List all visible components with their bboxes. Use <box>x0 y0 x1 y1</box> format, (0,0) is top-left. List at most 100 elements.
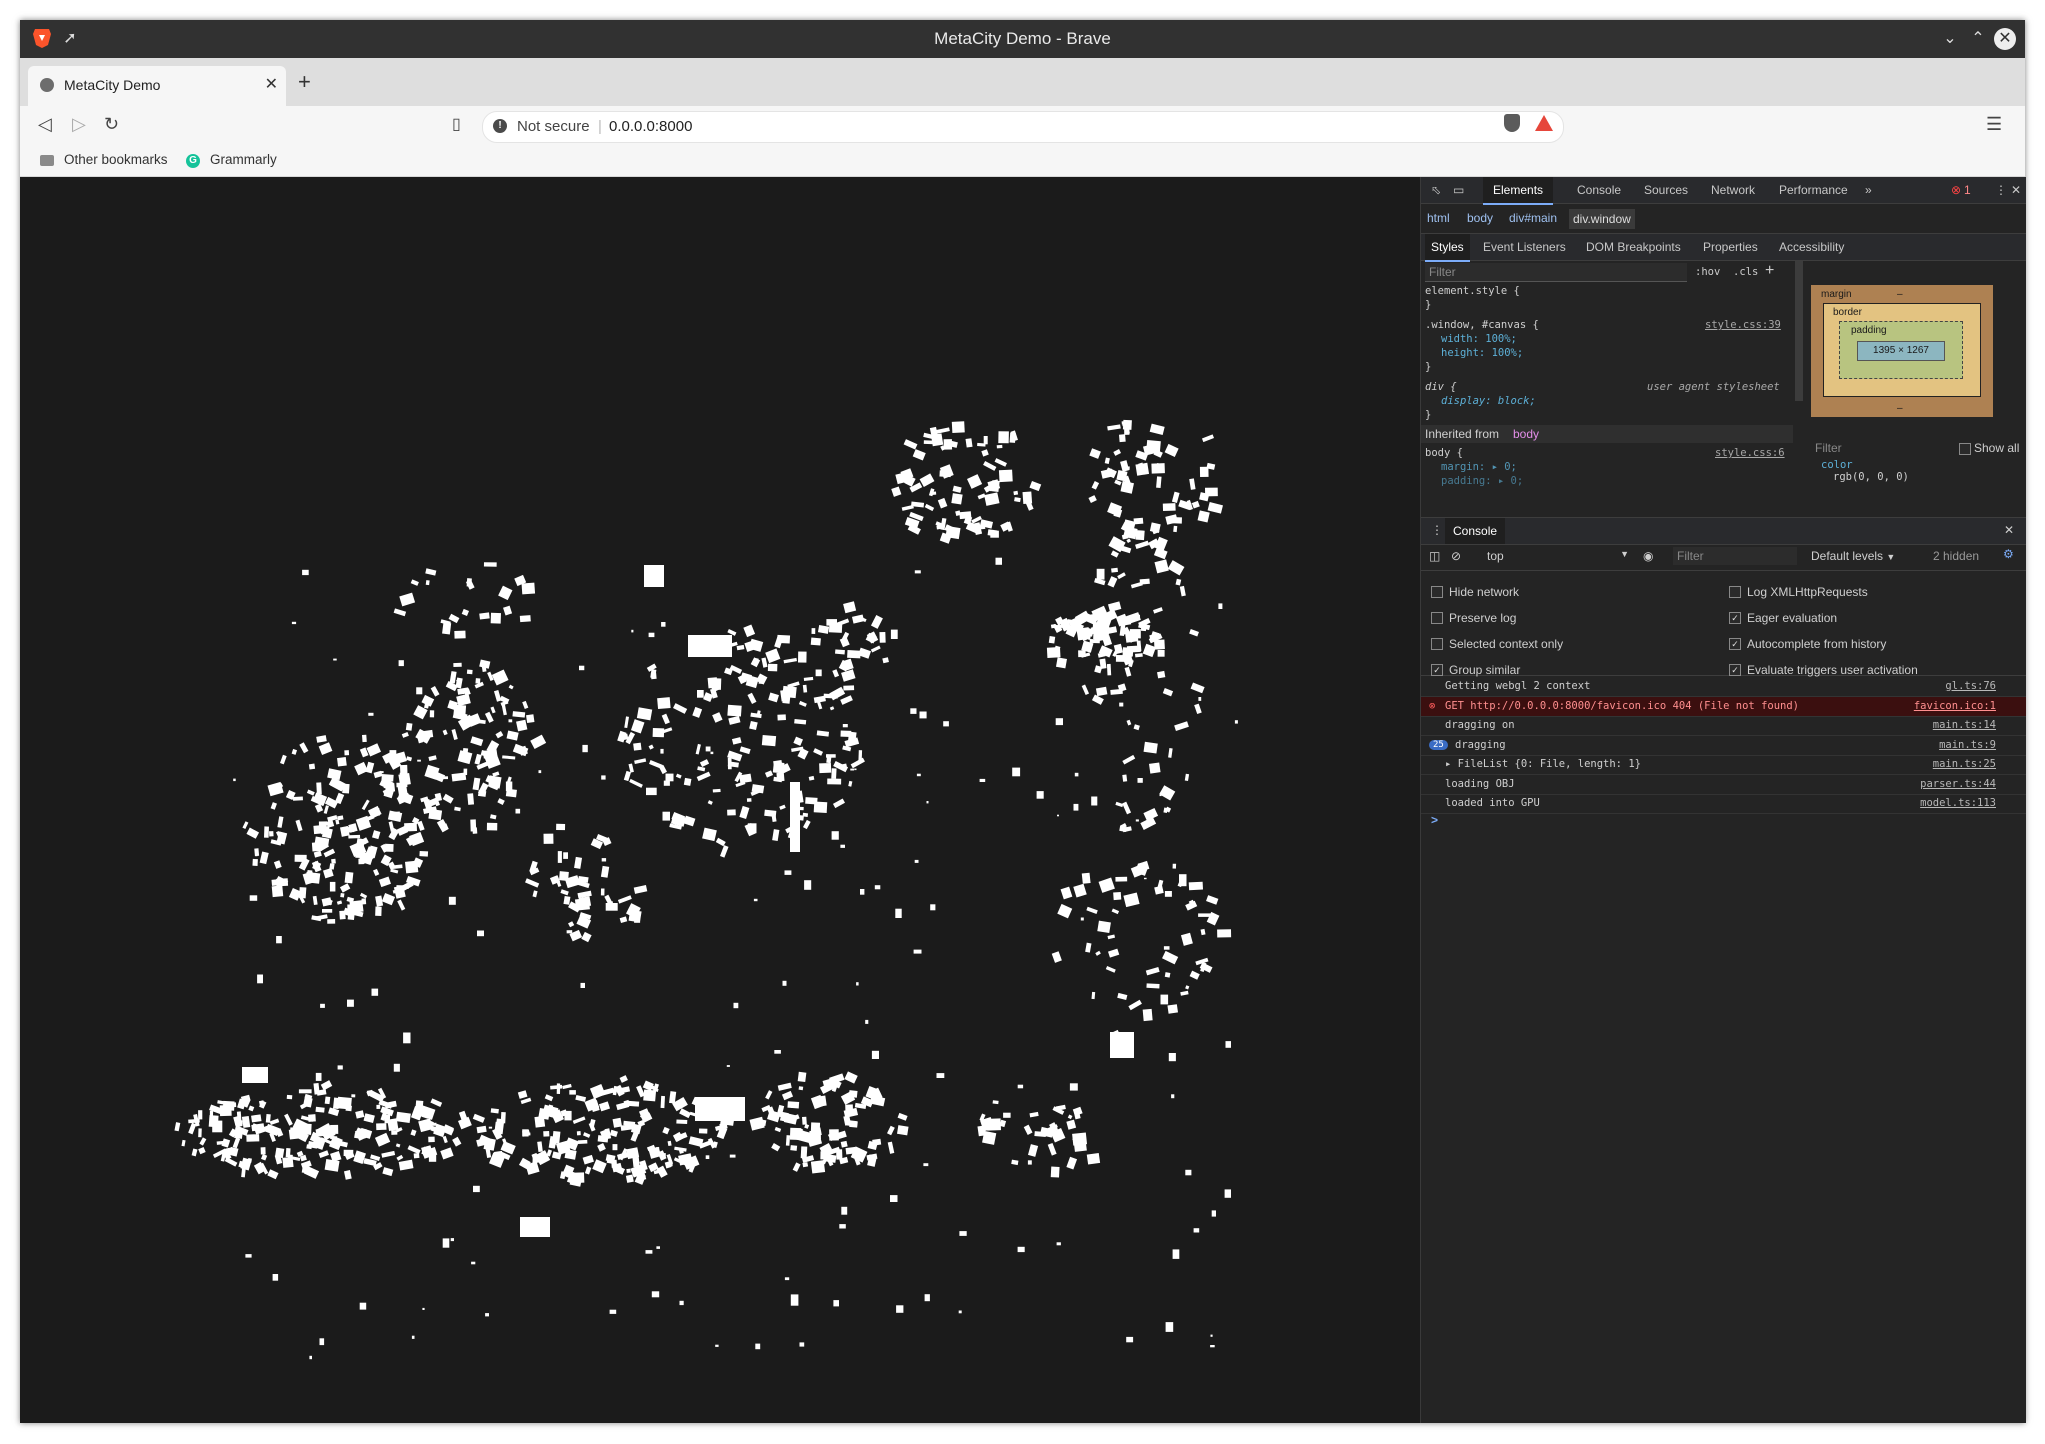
building-footprint <box>502 755 516 760</box>
error-icon[interactable]: ⊗ <box>1951 183 1961 197</box>
cls-toggle[interactable]: .cls <box>1733 266 1758 278</box>
tab-console[interactable]: Console <box>1577 183 1621 197</box>
console-message[interactable]: Getting webgl 2 context gl.ts:76 <box>1421 677 2026 697</box>
page-canvas[interactable] <box>20 177 1420 1423</box>
option-checkbox[interactable] <box>1729 586 1741 598</box>
brave-rewards-icon[interactable] <box>1535 115 1553 131</box>
levels-select[interactable]: Default levels ▼ <box>1811 549 1895 563</box>
close-devtools-icon[interactable]: ✕ <box>2011 183 2021 197</box>
console-filter[interactable]: Filter <box>1673 547 1797 565</box>
back-icon[interactable]: ◁ <box>38 114 52 135</box>
inherited-from-body[interactable]: body <box>1513 427 1539 441</box>
subtab-event-listeners[interactable]: Event Listeners <box>1483 240 1566 254</box>
margin-bottom-value: – <box>1897 403 1903 414</box>
devtools-menu-icon[interactable]: ⋮ <box>1995 183 2007 197</box>
info-icon[interactable]: ! <box>493 119 507 133</box>
maximize-icon[interactable]: ⌃ <box>1966 27 1990 51</box>
option-checkbox[interactable]: ✓ <box>1729 638 1741 650</box>
clear-console-icon[interactable]: ⊘ <box>1451 549 1461 563</box>
console-prompt[interactable]: > <box>1431 813 1438 827</box>
option-checkbox[interactable]: ✓ <box>1729 612 1741 624</box>
bookmark-other[interactable]: Other bookmarks <box>64 152 168 167</box>
rule1-link[interactable]: style.css:39 <box>1705 319 1781 331</box>
context-select[interactable]: top ▼ <box>1481 547 1629 565</box>
console-message[interactable]: loaded into GPU model.ts:113 <box>1421 794 2026 814</box>
close-window-icon[interactable]: ✕ <box>1994 28 2016 50</box>
console-message[interactable]: ⊗ GET http://0.0.0.0:8000/favicon.ico 404… <box>1421 696 2026 717</box>
subtab-properties[interactable]: Properties <box>1703 240 1758 254</box>
tab-network[interactable]: Network <box>1711 183 1755 197</box>
subtab-accessibility[interactable]: Accessibility <box>1779 240 1844 254</box>
minimize-icon[interactable]: ⌄ <box>1938 27 1962 51</box>
building-footprint <box>1199 466 1209 478</box>
computed-filter[interactable]: Filter <box>1811 439 1921 457</box>
close-drawer-icon[interactable]: ✕ <box>2004 523 2014 537</box>
console-message[interactable]: dragging on main.ts:14 <box>1421 716 2026 736</box>
console-source-link[interactable]: model.ts:113 <box>1920 797 1996 809</box>
tab-elements[interactable]: Elements <box>1483 177 1554 205</box>
console-settings-icon[interactable]: ⚙ <box>2003 547 2014 561</box>
drawer-menu-icon[interactable]: ⋮ <box>1431 523 1443 537</box>
new-tab-button[interactable]: + <box>298 71 311 93</box>
crumb-div-main[interactable]: div#main <box>1509 211 1557 225</box>
rule1-width[interactable]: width: 100%; <box>1441 333 1517 345</box>
subtab-styles[interactable]: Styles <box>1425 234 1470 262</box>
building-footprint <box>1174 721 1189 731</box>
building-footprint <box>998 469 1013 483</box>
device-toolbar-icon[interactable]: ▭ <box>1453 183 1464 197</box>
bookmark-grammarly[interactable]: Grammarly <box>210 152 277 167</box>
option-checkbox[interactable] <box>1431 612 1443 624</box>
console-source-link[interactable]: main.ts:9 <box>1939 739 1996 751</box>
building-footprint <box>860 889 865 895</box>
rule3-link[interactable]: style.css:6 <box>1715 447 1785 459</box>
rule3-padding[interactable]: padding: ▸ 0; <box>1441 475 1523 487</box>
menu-icon[interactable]: ☰ <box>1986 114 2002 135</box>
console-message[interactable]: 25 dragging main.ts:9 <box>1421 736 2026 756</box>
crumb-html[interactable]: html <box>1427 211 1450 225</box>
city-footprint-render[interactable] <box>20 177 1420 1423</box>
url-text[interactable]: 0.0.0.0:8000 <box>609 118 692 135</box>
computed-prop-color[interactable]: color <box>1821 459 1853 471</box>
building-footprint <box>417 759 421 762</box>
option-checkbox[interactable] <box>1431 586 1443 598</box>
show-all-checkbox[interactable] <box>1959 443 1971 455</box>
console-source-link[interactable]: favicon.ico:1 <box>1914 700 1996 712</box>
rule1-height[interactable]: height: 100%; <box>1441 347 1523 359</box>
console-drawer-tab[interactable]: Console <box>1445 518 1506 544</box>
tab-metacity[interactable]: MetaCity Demo ✕ <box>28 66 286 106</box>
building-footprint <box>362 734 367 743</box>
console-source-link[interactable]: gl.ts:76 <box>1945 680 1996 692</box>
option-checkbox[interactable]: ✓ <box>1431 664 1443 676</box>
console-message[interactable]: ▸ FileList {0: File, length: 1} main.ts:2… <box>1421 755 2026 775</box>
inspect-icon[interactable]: ⬁ <box>1431 183 1441 197</box>
live-expression-icon[interactable]: ◉ <box>1643 549 1653 563</box>
bookmark-icon[interactable]: ▯ <box>452 114 461 134</box>
tab-performance[interactable]: Performance <box>1779 183 1848 197</box>
styles-filter[interactable]: Filter <box>1425 263 1687 282</box>
sidebar-toggle-icon[interactable]: ◫ <box>1429 549 1440 563</box>
console-source-link[interactable]: parser.ts:44 <box>1920 778 1996 790</box>
console-source-link[interactable]: main.ts:14 <box>1933 719 1996 731</box>
rule3-margin[interactable]: margin: ▸ 0; <box>1441 461 1517 473</box>
more-tabs-icon[interactable]: » <box>1865 183 1872 197</box>
building-footprint <box>387 1118 399 1132</box>
reload-icon[interactable]: ↻ <box>104 114 119 135</box>
box-model-content[interactable]: 1395 × 1267 <box>1857 341 1945 361</box>
tab-sources[interactable]: Sources <box>1644 183 1688 197</box>
option-checkbox[interactable] <box>1431 638 1443 650</box>
styles-scrollbar[interactable] <box>1795 261 1803 401</box>
brave-shields-icon[interactable] <box>1504 114 1520 132</box>
building-footprint <box>395 1143 401 1148</box>
crumb-body[interactable]: body <box>1467 211 1493 225</box>
subtab-dom-breakpoints[interactable]: DOM Breakpoints <box>1586 240 1681 254</box>
hov-toggle[interactable]: :hov <box>1695 266 1720 278</box>
add-rule-icon[interactable]: + <box>1765 262 1774 280</box>
console-message[interactable]: loading OBJ parser.ts:44 <box>1421 775 2026 795</box>
crumb-div-window[interactable]: div.window <box>1569 209 1635 229</box>
option-checkbox[interactable]: ✓ <box>1729 664 1741 676</box>
address-bar[interactable]: ! Not secure | 0.0.0.0:8000 <box>482 111 1564 143</box>
console-source-link[interactable]: main.ts:25 <box>1933 758 1996 770</box>
forward-icon[interactable]: ▷ <box>72 114 86 135</box>
close-tab-icon[interactable]: ✕ <box>265 74 278 94</box>
error-count[interactable]: 1 <box>1964 183 1971 197</box>
